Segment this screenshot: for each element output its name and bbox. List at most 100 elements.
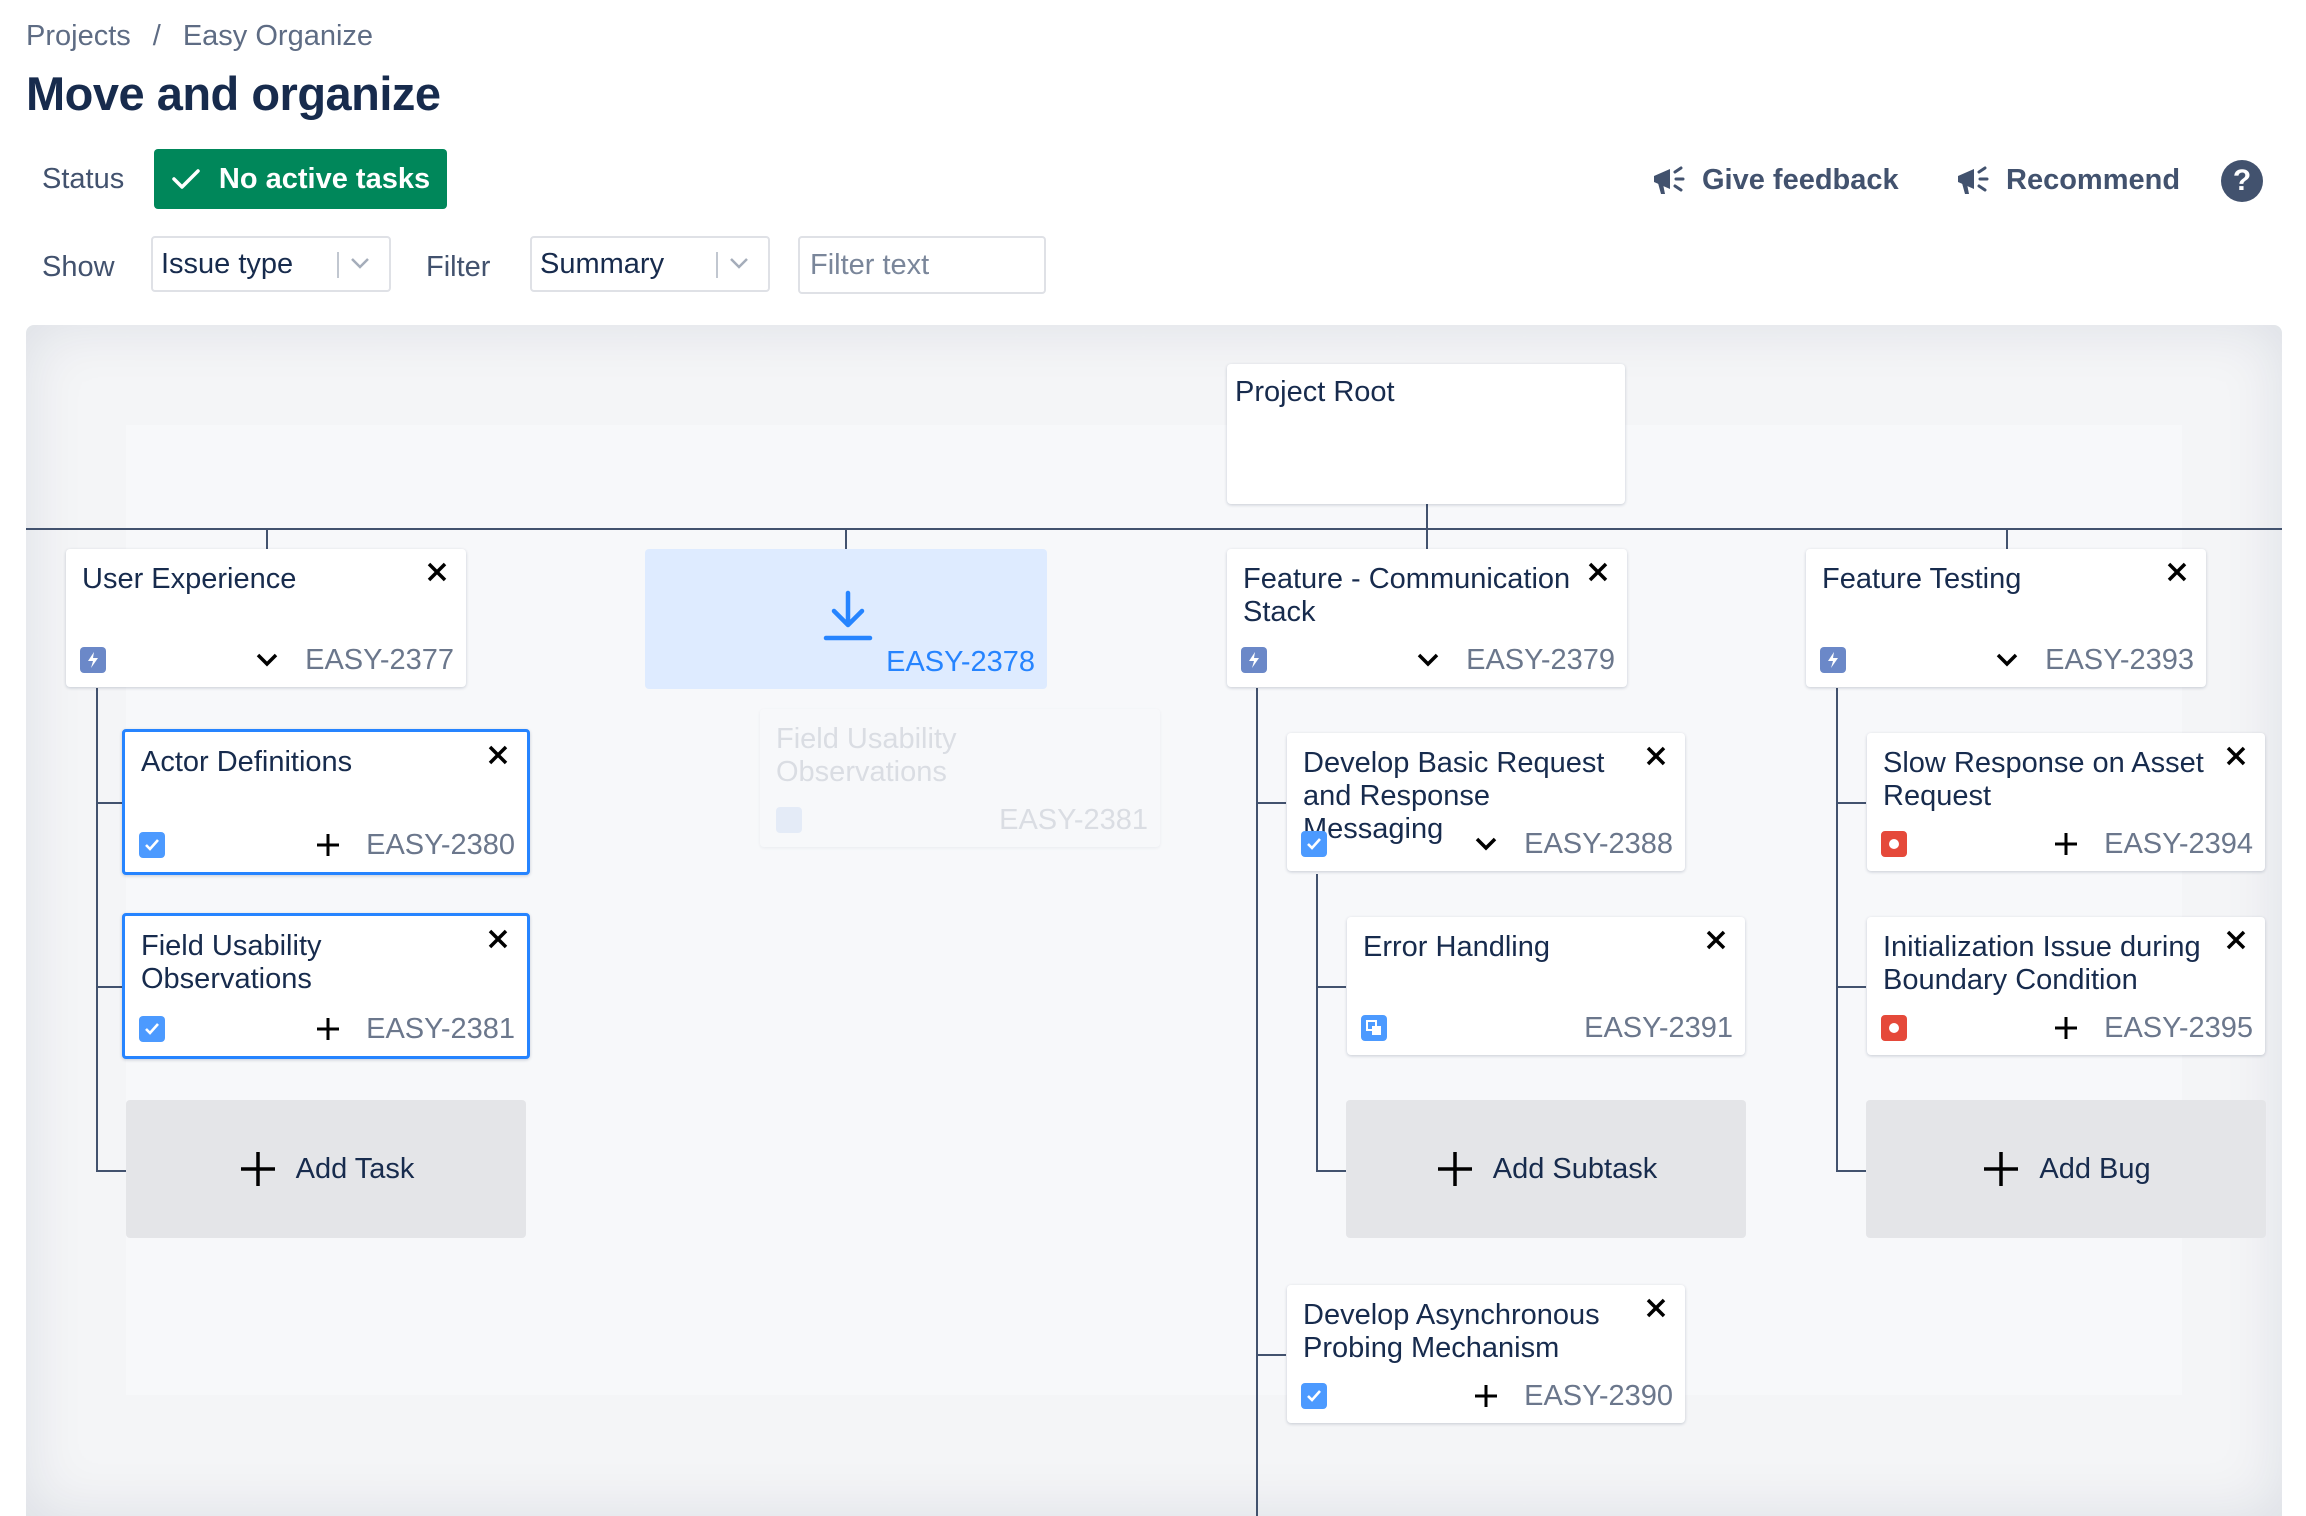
breadcrumb-separator: / [152, 20, 161, 52]
ghost-title: Field Usability Observations [776, 723, 957, 788]
connector-line [26, 528, 2282, 530]
filter-select[interactable]: Summary [530, 236, 770, 292]
subtask-card[interactable]: Error Handling EASY-2391 [1347, 917, 1745, 1055]
add-task-label: Add Task [295, 1152, 415, 1185]
chevron-down-icon[interactable] [1413, 645, 1443, 675]
status-badge[interactable]: No active tasks [154, 149, 447, 209]
connector-line [1836, 1170, 1866, 1172]
filter-text-input[interactable]: Filter text [798, 236, 1046, 294]
close-icon[interactable] [1643, 743, 1669, 769]
filter-label: Filter [426, 251, 491, 283]
bug-card[interactable]: Initialization Issue during Boundary Con… [1867, 917, 2265, 1055]
plus-icon[interactable] [2051, 829, 2081, 859]
status-label: Status [42, 163, 125, 195]
chevron-down-icon [351, 258, 369, 269]
issue-key: EASY-2388 [1524, 828, 1673, 860]
card-title: Feature - Communication Stack [1243, 563, 1571, 628]
subtask-icon [1361, 1015, 1387, 1041]
chevron-down-icon[interactable] [1471, 829, 1501, 859]
card-title: Slow Response on Asset Request [1883, 747, 2204, 812]
issue-key: EASY-2378 [886, 646, 1035, 678]
recommend-label: Recommend [2006, 163, 2181, 196]
epic-card[interactable]: User Experience EASY-2377 [66, 549, 466, 687]
connector-line [1256, 688, 1258, 1516]
issue-key: EASY-2381 [366, 1013, 515, 1045]
megaphone-icon [1958, 166, 1989, 194]
plus-icon[interactable] [1471, 1381, 1501, 1411]
connector-line [1316, 1170, 1346, 1172]
status-badge-text: No active tasks [218, 162, 431, 195]
connector-line [1256, 1354, 1286, 1356]
plus-icon [240, 1152, 275, 1186]
card-title: Develop Asynchronous Probing Mechanism [1303, 1299, 1600, 1364]
add-subtask-button[interactable]: Add Subtask [1346, 1100, 1746, 1238]
help-icon[interactable]: ? [2221, 160, 2263, 202]
card-title: Feature Testing [1822, 563, 2022, 595]
close-icon[interactable] [2164, 559, 2190, 585]
connector-line [845, 528, 847, 550]
connector-line [96, 986, 122, 988]
breadcrumb-projects[interactable]: Projects [26, 20, 131, 53]
download-arrow-icon [823, 590, 873, 641]
ghost-card: Field Usability Observations EASY-2381 [760, 709, 1160, 847]
close-icon[interactable] [1703, 927, 1729, 953]
recommend-button[interactable]: Recommend [1952, 160, 2180, 200]
task-icon [139, 832, 165, 858]
issue-key: EASY-2391 [1584, 1012, 1733, 1044]
chevron-down-icon[interactable] [1992, 645, 2022, 675]
show-select-value: Issue type [161, 247, 294, 280]
plus-icon [1437, 1152, 1472, 1186]
close-icon[interactable] [2223, 927, 2249, 953]
connector-line [266, 528, 268, 550]
task-card[interactable]: Actor Definitions EASY-2380 [122, 729, 530, 875]
close-icon[interactable] [1585, 559, 1611, 585]
give-feedback-button[interactable]: Give feedback [1648, 160, 1899, 200]
show-label: Show [42, 251, 115, 283]
issue-key: EASY-2390 [1524, 1380, 1673, 1412]
connector-line [1316, 874, 1318, 1172]
issue-key: EASY-2377 [305, 644, 454, 676]
task-card[interactable]: Develop Asynchronous Probing Mechanism E… [1287, 1285, 1685, 1423]
close-icon[interactable] [485, 742, 511, 768]
add-bug-label: Add Bug [2039, 1152, 2151, 1185]
select-separator [716, 252, 718, 278]
connector-line [96, 802, 122, 804]
close-icon[interactable] [1643, 1295, 1669, 1321]
card-title: Actor Definitions [141, 746, 353, 778]
close-icon[interactable] [424, 559, 450, 585]
plus-icon[interactable] [2051, 1013, 2081, 1043]
close-icon[interactable] [2223, 743, 2249, 769]
drop-zone-card[interactable]: EASY-2378 [645, 549, 1047, 689]
epic-card[interactable]: Feature - Communication Stack EASY-2379 [1227, 549, 1627, 687]
connector-line [1316, 986, 1346, 988]
bug-card[interactable]: Slow Response on Asset Request EASY-2394 [1867, 733, 2265, 871]
add-task-button[interactable]: Add Task [126, 1100, 526, 1238]
card-title: Initialization Issue during Boundary Con… [1883, 931, 2201, 996]
chevron-down-icon[interactable] [252, 645, 282, 675]
breadcrumb-project[interactable]: Easy Organize [183, 20, 373, 53]
plus-icon[interactable] [313, 1014, 343, 1044]
epic-card[interactable]: Feature Testing EASY-2393 [1806, 549, 2206, 687]
task-icon [1301, 831, 1327, 857]
connector-line [1836, 986, 1866, 988]
connector-line [96, 1170, 126, 1172]
task-card[interactable]: Field Usability Observations EASY-2381 [122, 913, 530, 1059]
task-icon [776, 807, 802, 833]
bug-icon [1881, 1015, 1907, 1041]
add-subtask-label: Add Subtask [1492, 1152, 1658, 1185]
task-card[interactable]: Develop Basic Request and Response Messa… [1287, 733, 1685, 871]
add-bug-button[interactable]: Add Bug [1866, 1100, 2266, 1238]
card-title: Error Handling [1363, 931, 1550, 963]
close-icon[interactable] [485, 926, 511, 952]
breadcrumb: Projects / Easy Organize [26, 20, 373, 53]
filter-select-value: Summary [540, 247, 665, 280]
connector-line [1426, 504, 1428, 530]
show-select[interactable]: Issue type [151, 236, 391, 292]
connector-line [1836, 688, 1838, 1172]
bug-icon [1881, 831, 1907, 857]
plus-icon[interactable] [313, 830, 343, 860]
issue-key: EASY-2394 [2104, 828, 2253, 860]
root-card[interactable]: Project Root [1227, 364, 1625, 504]
chevron-down-icon [730, 258, 748, 269]
card-title: Field Usability Observations [141, 930, 322, 995]
